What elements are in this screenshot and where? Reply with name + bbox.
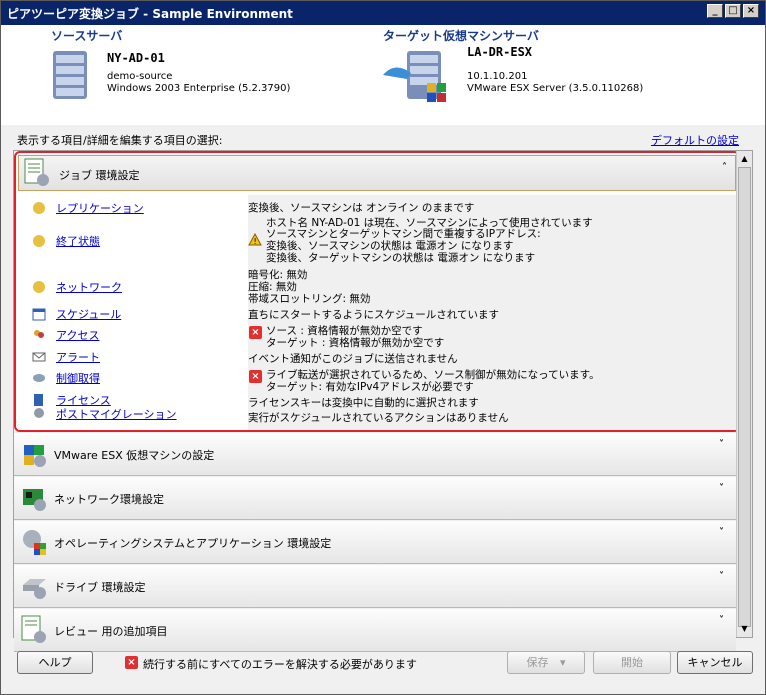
schedule-link[interactable]: スケジュール <box>56 306 121 322</box>
end-state-icon <box>33 235 45 247</box>
source-server-icon <box>53 51 87 99</box>
server-header: ソースサーバ NY-AD-01 demo-source Windows 2003… <box>1 25 765 125</box>
job-settings-icon <box>24 158 49 186</box>
network-card-icon <box>23 489 46 511</box>
conversion-job-window: ピアツーピア変換ジョブ - Sample Environment _ □ × ソ… <box>0 0 766 695</box>
replication-icon <box>33 202 45 214</box>
expand-chevron-icon[interactable]: ˅ <box>719 483 724 494</box>
warning-icon: ! <box>248 233 262 246</box>
post-migration-link[interactable]: ポストマイグレーション <box>56 406 177 422</box>
footer-bar: ヘルプ × 続行する前にすべてのエラーを解決する必要があります 保存 ▾ 開始 … <box>1 641 765 694</box>
schedule-detail: 直ちにスタートするようにスケジュールされています <box>248 309 499 321</box>
windows-gear-icon <box>23 530 46 555</box>
start-button[interactable]: 開始 <box>593 651 671 674</box>
window-title: ピアツーピア変換ジョブ - Sample Environment <box>7 7 293 21</box>
collapse-chevron-icon[interactable]: ˄ <box>722 162 727 173</box>
job-settings-header[interactable]: ジョブ 環境設定 ˄ <box>18 155 736 191</box>
take-control-error-icon: × <box>249 370 262 383</box>
save-button[interactable]: 保存 ▾ <box>507 651 585 674</box>
network-settings-panel[interactable]: ネットワーク環境設定 ˅ <box>14 477 736 520</box>
expand-chevron-icon[interactable]: ˅ <box>719 615 724 626</box>
save-dropdown-icon[interactable]: ▾ <box>560 656 566 669</box>
alerts-detail: イベント通知がこのジョブに送信されません <box>248 353 458 365</box>
access-link[interactable]: アクセス <box>56 327 99 343</box>
vmware-settings-title: VMware ESX 仮想マシンの設定 <box>54 449 215 462</box>
scroll-thumb[interactable] <box>738 167 751 627</box>
svg-text:!: ! <box>254 237 257 246</box>
close-button[interactable]: × <box>743 4 759 18</box>
settings-details: 変換後、ソースマシンは オンライン のままです ホスト名 NY-AD-01 は現… <box>248 195 736 430</box>
end-state-detail-4: 変換後、ターゲットマシンの状態は 電源オン になります <box>266 252 536 264</box>
replication-link[interactable]: レプリケーション <box>56 200 144 216</box>
envelope-icon <box>32 352 46 362</box>
scroll-up-icon[interactable]: ▲ <box>737 151 752 166</box>
replication-detail: 変換後、ソースマシンは オンライン のままです <box>248 202 475 214</box>
drive-settings-panel[interactable]: ドライブ 環境設定 ˅ <box>14 565 736 608</box>
target-server-label: ターゲット仮想マシンサーバ <box>383 29 539 43</box>
access-error-icon: × <box>249 326 262 339</box>
error-icon: × <box>125 656 138 669</box>
maximize-button[interactable]: □ <box>725 4 741 18</box>
scroll-down-icon[interactable]: ▼ <box>737 621 752 636</box>
default-settings-link[interactable]: デフォルトの設定 <box>651 132 739 148</box>
error-message: 続行する前にすべてのエラーを解決する必要があります <box>143 658 417 671</box>
source-server-label: ソースサーバ <box>51 29 123 43</box>
os-app-settings-title: オペレーティングシステムとアプリケーション 環境設定 <box>54 537 332 550</box>
network-link[interactable]: ネットワーク <box>56 279 122 295</box>
settings-list: ジョブ 環境設定 ˄ レプリケーション 終了状態 ネットワーク スケジュール ア… <box>13 150 753 652</box>
expand-chevron-icon[interactable]: ˅ <box>719 439 724 450</box>
users-icon <box>34 330 44 338</box>
alerts-link[interactable]: アラート <box>56 349 100 365</box>
target-server-version: VMware ESX Server (3.5.0.110268) <box>467 83 644 94</box>
network-detail-3: 帯域スロットリング: 無効 <box>248 293 371 305</box>
network-settings-title: ネットワーク環境設定 <box>54 493 164 506</box>
license-icon <box>34 394 43 406</box>
job-settings-title: ジョブ 環境設定 <box>59 169 140 182</box>
take-control-icon <box>33 374 45 382</box>
minimize-button[interactable]: _ <box>707 4 723 18</box>
vmware-settings-panel[interactable]: VMware ESX 仮想マシンの設定 ˅ <box>14 433 736 476</box>
cancel-button[interactable]: キャンセル <box>677 651 753 674</box>
network-icon <box>33 281 45 293</box>
take-control-detail-2: ターゲット: 有効なIPv4アドレスが必要です <box>266 381 474 393</box>
drive-settings-title: ドライブ 環境設定 <box>54 581 146 594</box>
title-bar: ピアツーピア変換ジョブ - Sample Environment _ □ × <box>1 1 765 25</box>
take-control-link[interactable]: 制御取得 <box>56 370 100 386</box>
post-migration-icon <box>34 408 44 418</box>
source-server-host: demo-source <box>107 71 173 82</box>
drive-icon <box>23 579 46 599</box>
target-server-ip: 10.1.10.201 <box>467 71 528 82</box>
post-migration-detail: 実行がスケジュールされているアクションはありません <box>248 412 509 424</box>
end-state-link[interactable]: 終了状態 <box>56 233 100 249</box>
access-detail-2: ターゲット : 資格情報が無効か空です <box>266 337 445 349</box>
vmware-icon <box>24 445 46 467</box>
target-server-icon <box>383 51 446 102</box>
os-app-settings-panel[interactable]: オペレーティングシステムとアプリケーション 環境設定 ˅ <box>14 521 736 564</box>
license-detail: ライセンスキーは変換中に自動的に選択されます <box>248 397 479 409</box>
save-label: 保存 <box>526 656 549 669</box>
section-label: 表示する項目/詳細を編集する項目の選択: <box>17 134 223 147</box>
target-server-name: LA-DR-ESX <box>467 45 533 59</box>
job-settings-panel: ジョブ 環境設定 ˄ レプリケーション 終了状態 ネットワーク スケジュール ア… <box>14 151 740 432</box>
settings-links: レプリケーション 終了状態 ネットワーク スケジュール アクセス アラート 制御… <box>18 195 246 430</box>
expand-chevron-icon[interactable]: ˅ <box>719 527 724 538</box>
source-server-os: Windows 2003 Enterprise (5.2.3790) <box>107 83 291 94</box>
review-items-title: レビュー 用の追加項目 <box>54 625 168 638</box>
source-server-name: NY-AD-01 <box>107 51 165 65</box>
vertical-scrollbar[interactable]: ▲ ▼ <box>736 151 752 637</box>
help-button[interactable]: ヘルプ <box>17 651 93 674</box>
calendar-icon <box>32 308 46 321</box>
expand-chevron-icon[interactable]: ˅ <box>719 571 724 582</box>
